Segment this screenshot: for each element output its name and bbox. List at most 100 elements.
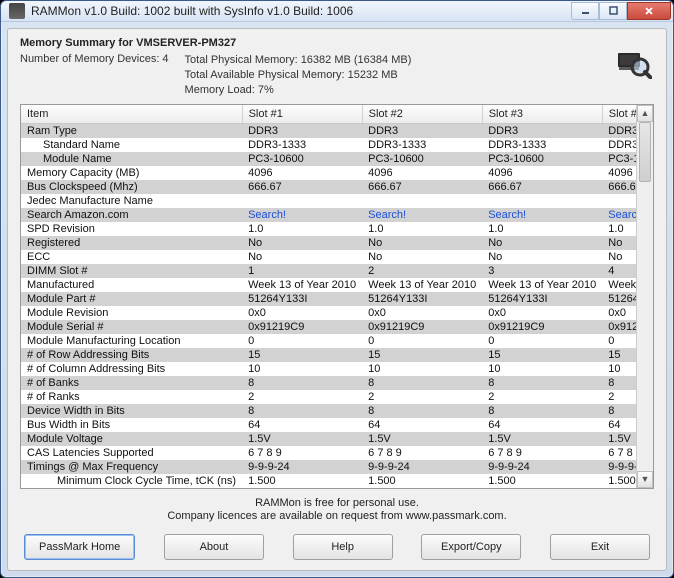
table-row[interactable]: Module Revision0x00x00x00x0 (21, 306, 636, 320)
table-row[interactable]: # of Row Addressing Bits15151515 (21, 348, 636, 362)
maximize-button[interactable] (599, 2, 627, 20)
cell: Search! (602, 208, 636, 222)
row-label: Timings @ Max Frequency (21, 460, 242, 474)
scroll-track[interactable] (637, 122, 653, 471)
table-row[interactable]: Standard NameDDR3-1333DDR3-1333DDR3-1333… (21, 138, 636, 152)
cell: 1.0 (362, 222, 482, 236)
table-row[interactable]: Module Manufacturing Location0000 (21, 334, 636, 348)
table-row[interactable]: Search Amazon.comSearch!Search!Search!Se… (21, 208, 636, 222)
table-row[interactable]: # of Column Addressing Bits10101010 (21, 362, 636, 376)
table-row[interactable]: # of Ranks2222 (21, 390, 636, 404)
table-row[interactable]: ManufacturedWeek 13 of Year 2010Week 13 … (21, 278, 636, 292)
cell: 2 (602, 390, 636, 404)
table-row[interactable]: Module Voltage1.5V1.5V1.5V1.5V (21, 432, 636, 446)
cell: 8 (602, 376, 636, 390)
search-link[interactable]: Search! (248, 209, 286, 221)
cell: 1.500 (242, 474, 362, 488)
scroll-down-button[interactable]: ▼ (637, 471, 653, 488)
table-row[interactable]: Memory Capacity (MB)4096409640964096 (21, 166, 636, 180)
cell: 15 (482, 348, 602, 362)
search-link[interactable]: Search! (608, 209, 636, 221)
table-row[interactable]: Bus Clockspeed (Mhz)666.67666.67666.6766… (21, 180, 636, 194)
cell: 8 (482, 376, 602, 390)
cell: 51264Y133I (482, 292, 602, 306)
cell: 3 (482, 264, 602, 278)
close-button[interactable] (627, 2, 671, 20)
cell: 10 (482, 362, 602, 376)
cell: 666.67 (242, 180, 362, 194)
table-row[interactable]: Jedec Manufacture Name (21, 194, 636, 208)
table-header-row: Item Slot #1 Slot #2 Slot #3 Slot #4 (21, 105, 636, 124)
cell: 1.5V (362, 432, 482, 446)
vertical-scrollbar[interactable]: ▲ ▼ (636, 105, 653, 488)
scroll-up-button[interactable]: ▲ (637, 105, 653, 122)
table-row[interactable]: DIMM Slot #1234 (21, 264, 636, 278)
cell: 51264Y133I (362, 292, 482, 306)
cell: 0 (602, 334, 636, 348)
cell (602, 194, 636, 208)
scroll-thumb[interactable] (639, 122, 651, 182)
cell: Week 13 of Year 2010 (482, 278, 602, 292)
cell: 0x91219C9 (482, 320, 602, 334)
row-label: Module Revision (21, 306, 242, 320)
table-row[interactable]: Bus Width in Bits64646464 (21, 418, 636, 432)
cell: No (242, 236, 362, 250)
cell: Search! (242, 208, 362, 222)
footer-line2: Company licences are available on reques… (20, 510, 654, 524)
cell: 64 (242, 418, 362, 432)
row-label: Module Serial # (21, 320, 242, 334)
exit-button[interactable]: Exit (550, 534, 650, 560)
row-label: DIMM Slot # (21, 264, 242, 278)
cell: 10 (602, 362, 636, 376)
search-link[interactable]: Search! (368, 209, 406, 221)
minimize-button[interactable] (571, 2, 599, 20)
export-copy-button[interactable]: Export/Copy (421, 534, 521, 560)
cell: PC3-10600 (362, 152, 482, 166)
table-row[interactable]: RegisteredNoNoNoNo (21, 236, 636, 250)
table-row[interactable]: CAS Latencies Supported6 7 8 96 7 8 96 7… (21, 446, 636, 460)
col-slot1[interactable]: Slot #1 (242, 105, 362, 124)
row-label: Device Width in Bits (21, 404, 242, 418)
col-slot2[interactable]: Slot #2 (362, 105, 482, 124)
table-row[interactable]: Device Width in Bits8888 (21, 404, 636, 418)
table-row[interactable]: Module Serial #0x91219C90x91219C90x91219… (21, 320, 636, 334)
cell: 0x0 (362, 306, 482, 320)
cell: 0x91219C9 (362, 320, 482, 334)
passmark-home-button[interactable]: PassMark Home (24, 534, 135, 560)
col-slot3[interactable]: Slot #3 (482, 105, 602, 124)
available-physical: Total Available Physical Memory: 15232 M… (185, 68, 412, 83)
table-scroll[interactable]: Item Slot #1 Slot #2 Slot #3 Slot #4 Ram… (21, 105, 636, 488)
cell: 6 7 8 9 (602, 446, 636, 460)
cell: 0x0 (602, 306, 636, 320)
row-label: # of Banks (21, 376, 242, 390)
table-row[interactable]: Timings @ Max Frequency9-9-9-249-9-9-249… (21, 460, 636, 474)
table-body: Ram TypeDDR3DDR3DDR3DDR3Standard NameDDR… (21, 123, 636, 488)
cell: 15 (362, 348, 482, 362)
search-link[interactable]: Search! (488, 209, 526, 221)
table-row[interactable]: Minimum Clock Cycle Time, tCK (ns)1.5001… (21, 474, 636, 488)
row-label: Standard Name (21, 138, 242, 152)
footer-line1: RAMMon is free for personal use. (20, 497, 654, 511)
cell: 8 (362, 376, 482, 390)
cell: 1.5V (602, 432, 636, 446)
row-label: Module Name (21, 152, 242, 166)
table-row[interactable]: Module Part #51264Y133I51264Y133I51264Y1… (21, 292, 636, 306)
col-item[interactable]: Item (21, 105, 242, 124)
row-label: Module Voltage (21, 432, 242, 446)
table-row[interactable]: SPD Revision1.01.01.01.0 (21, 222, 636, 236)
titlebar: RAMMon v1.0 Build: 1002 built with SysIn… (1, 1, 673, 22)
table-row[interactable]: ECCNoNoNoNo (21, 250, 636, 264)
help-button[interactable]: Help (293, 534, 393, 560)
table-row[interactable]: # of Banks8888 (21, 376, 636, 390)
cell: Week 13 of Year 2010 (362, 278, 482, 292)
cell: DDR3-1333 (242, 138, 362, 152)
about-button[interactable]: About (164, 534, 264, 560)
maximize-icon (609, 6, 618, 15)
table-row[interactable]: Ram TypeDDR3DDR3DDR3DDR3 (21, 123, 636, 138)
cell: 0 (482, 334, 602, 348)
row-label: Ram Type (21, 123, 242, 138)
cell: 8 (362, 404, 482, 418)
col-slot4[interactable]: Slot #4 (602, 105, 636, 124)
table-row[interactable]: Module NamePC3-10600PC3-10600PC3-10600PC… (21, 152, 636, 166)
cell: 6 7 8 9 (362, 446, 482, 460)
